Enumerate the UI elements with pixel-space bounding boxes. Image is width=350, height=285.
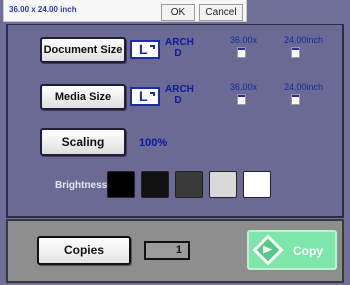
document-height-spinner[interactable] (291, 47, 300, 58)
brightness-swatch-2[interactable] (141, 171, 169, 198)
brightness-swatch-1[interactable] (107, 171, 135, 198)
document-width-value: 36.00x (230, 35, 258, 45)
scaling-value: 100% (139, 137, 168, 149)
document-width-spinner[interactable] (237, 47, 246, 58)
orientation-landscape-icon[interactable]: L (130, 87, 160, 106)
orientation-letter: L (139, 41, 148, 57)
copies-button[interactable]: Copies (37, 236, 131, 265)
document-size-button[interactable]: Document Size (40, 37, 126, 63)
orientation-letter: L (139, 88, 148, 104)
ok-button[interactable]: OK (161, 4, 195, 21)
cancel-button[interactable]: Cancel (199, 4, 243, 21)
document-height-value: 24.00inch (284, 35, 324, 45)
copies-count-field[interactable]: 1 (144, 241, 190, 260)
size-dialog: 36.00 x 24.00 inch OK Cancel (3, 0, 247, 22)
media-height-spinner[interactable] (291, 94, 300, 105)
media-paper-name: ARCH D (165, 84, 194, 106)
media-width-value: 36.00x (230, 82, 258, 92)
brightness-swatch-5[interactable] (243, 171, 271, 198)
media-height-value: 24.00inch (284, 82, 324, 92)
copies-count: 1 (175, 244, 182, 256)
media-width-spinner[interactable] (237, 94, 246, 105)
copy-button-label: Copy (293, 244, 323, 258)
copy-button[interactable]: Copy (247, 230, 337, 270)
orientation-landscape-icon[interactable]: L (130, 40, 160, 59)
copy-start-icon (252, 234, 284, 266)
brightness-swatch-4[interactable] (209, 171, 237, 198)
current-size-text: 36.00 x 24.00 inch (9, 5, 77, 14)
brightness-swatch-3[interactable] (175, 171, 203, 198)
document-paper-name: ARCH D (165, 37, 194, 59)
brightness-label: Brightness (55, 180, 108, 191)
media-size-button[interactable]: Media Size (40, 84, 126, 110)
scaling-button[interactable]: Scaling (40, 128, 126, 156)
